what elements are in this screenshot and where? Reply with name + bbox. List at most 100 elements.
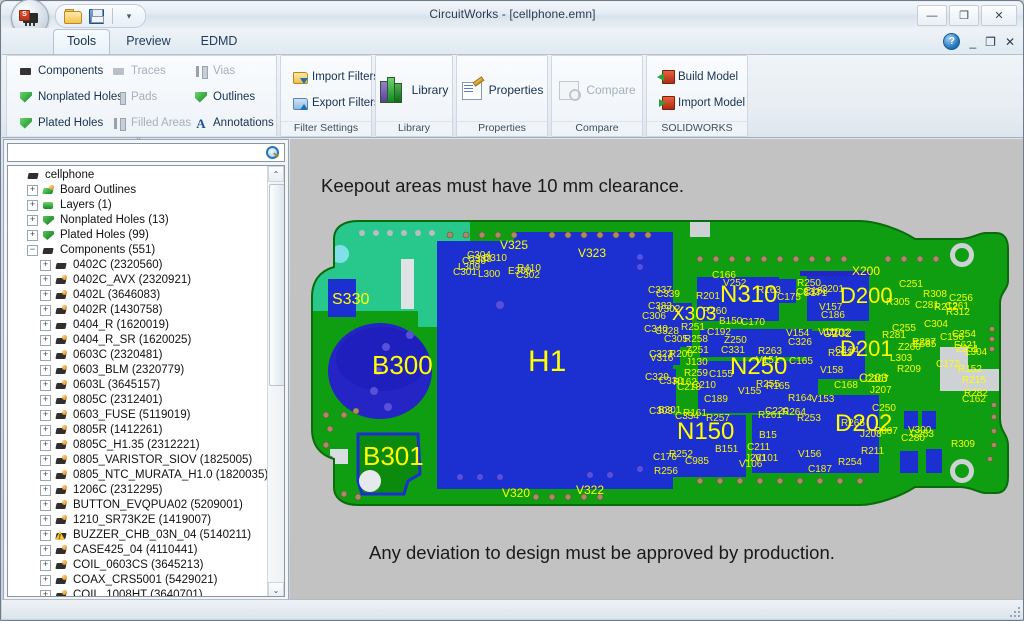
chip-icon [18,64,34,79]
tree-item-label: 0603L (3645157) [73,379,161,391]
open-button[interactable] [60,7,84,26]
tree-item[interactable]: cellphone [8,168,270,183]
tree-item[interactable]: + CASE425_04 (4110441) [8,543,270,558]
expand-toggle-icon[interactable]: + [40,530,51,541]
document-minimize-button[interactable]: _ [969,35,976,49]
expand-toggle-icon[interactable]: + [40,590,51,596]
tree-item[interactable]: +0805C (2312401) [8,393,270,408]
tree-scrollbar[interactable]: ⌃ ⌄ [267,166,284,596]
resize-grip[interactable] [1008,605,1020,617]
tab-tools[interactable]: Tools [53,29,111,54]
properties-button[interactable]: Properties [450,73,555,107]
edge-label: V323 [578,246,606,260]
expand-toggle-icon[interactable]: + [40,290,51,301]
customize-quick-access-button[interactable]: ▾ [117,7,141,26]
tree-item[interactable]: +0805_VARISTOR_SIOV (1825005) [8,453,270,468]
expand-toggle-icon[interactable]: + [40,470,51,481]
expand-toggle-icon[interactable]: + [40,485,51,496]
tree-item[interactable]: +0603L (3645157) [8,378,270,393]
tree-item[interactable]: +0603_BLM (2320779) [8,363,270,378]
tree-item[interactable]: − Components (551) [8,243,270,258]
library-button[interactable]: Library [369,70,460,110]
document-close-button[interactable]: ✕ [1005,35,1015,49]
expand-toggle-icon[interactable]: + [40,455,51,466]
pcb-viewport[interactable]: Keepout areas must have 10 mm clearance.… [290,139,1023,601]
expand-toggle-icon[interactable]: + [40,425,51,436]
tree-item[interactable]: + Layers (1) [8,198,270,213]
filter-vias-button[interactable]: Vias [188,58,279,84]
expand-toggle-icon[interactable]: + [40,350,51,361]
expand-toggle-icon[interactable]: + [40,320,51,331]
expand-toggle-icon[interactable]: + [40,545,51,556]
tree-item[interactable]: +0603C (2320481) [8,348,270,363]
expand-toggle-icon[interactable]: + [40,335,51,346]
magnifier-icon[interactable] [264,145,282,161]
tree-item[interactable]: +0404_R_SR (1620025) [8,333,270,348]
filter-traces-button[interactable]: Traces [106,58,188,84]
tree-item[interactable]: +0805C_H1.35 (2312221) [8,438,270,453]
expand-toggle-icon[interactable]: + [27,200,38,211]
expand-toggle-icon[interactable]: + [40,500,51,511]
expand-toggle-icon[interactable]: + [40,275,51,286]
tree-item[interactable]: +1206C (2312295) [8,483,270,498]
scroll-down-button[interactable]: ⌄ [268,582,284,596]
tree-item[interactable]: + COIL_1008HT (3640701) [8,588,270,596]
tree-item[interactable]: +0402C (2320560) [8,258,270,273]
expand-toggle-icon[interactable]: + [27,230,38,241]
search-input[interactable] [8,145,264,160]
filter-pads-button[interactable]: Pads [106,84,188,110]
expand-toggle-icon[interactable]: + [40,575,51,586]
expand-toggle-icon[interactable]: + [40,440,51,451]
tab-preview[interactable]: Preview [112,29,184,54]
expand-toggle-icon[interactable]: + [40,305,51,316]
expand-toggle-icon[interactable]: + [40,365,51,376]
tree-item[interactable]: +0402C_AVX (2320921) [8,273,270,288]
tree-item[interactable]: +0402L (3646083) [8,288,270,303]
expand-toggle-icon[interactable]: + [27,215,38,226]
close-button[interactable]: ✕ [981,5,1017,26]
minimize-button[interactable]: — [917,5,947,26]
tree-item[interactable]: +1210_SR73K2E (1419007) [8,513,270,528]
expand-toggle-icon[interactable]: + [40,260,51,271]
silkscreen-label: V158 [820,365,844,376]
expand-toggle-icon[interactable]: + [27,185,38,196]
build-model-button[interactable]: Build Model [653,64,750,90]
filter-nonplated-holes-button[interactable]: Nonplated Holes [13,84,123,110]
import-model-button[interactable]: Import Model [653,90,750,116]
tree-item[interactable]: + Nonplated Holes (13) [8,213,270,228]
tree-item[interactable]: + BUTTON_EVQPUA02 (5209001) [8,498,270,513]
tree-item[interactable]: +0402R (1430758) [8,303,270,318]
expand-toggle-icon[interactable]: + [40,560,51,571]
filter-outlines-button[interactable]: Outlines [188,84,279,110]
tree-item[interactable]: +0805_NTC_MURATA_H1.0 (1820035) [8,468,270,483]
tab-edmd[interactable]: EDMD [187,29,252,54]
help-icon[interactable]: ? [943,33,961,50]
filter-plated-holes-button[interactable]: Plated Holes [13,110,106,136]
scroll-up-button[interactable]: ⌃ [268,166,284,182]
filter-annotations-button[interactable]: A Annotations [188,110,279,136]
tree-item[interactable]: + Board Outlines [8,183,270,198]
scrollbar-thumb[interactable] [269,184,284,386]
pcb-board[interactable]: B300 B301 H1 N310 N250 N150 D200 D201 D202 X303 S3… [300,219,1012,509]
tree-item[interactable]: + BUZZER_CHB_03N_04 (5140211) [8,528,270,543]
filter-filled-areas-button[interactable]: Filled Areas [106,110,191,136]
tree-item[interactable]: +0404_R (1620019) [8,318,270,333]
maximize-button[interactable]: ❐ [949,5,979,26]
tree-item[interactable]: +0805R (1412261) [8,423,270,438]
toolbar-separator [112,8,113,24]
chip-dot-icon [54,560,69,571]
collapse-toggle-icon[interactable]: − [27,245,38,256]
compare-button[interactable]: Compare [547,73,646,107]
document-restore-button[interactable]: ❐ [985,35,996,49]
tree-item[interactable]: + Plated Holes (99) [8,228,270,243]
save-button[interactable] [84,7,108,26]
expand-toggle-icon[interactable]: + [40,515,51,526]
expand-toggle-icon[interactable]: + [40,395,51,406]
expand-toggle-icon[interactable]: + [40,380,51,391]
tree-item[interactable]: + COIL_0603CS (3645213) [8,558,270,573]
tree-item[interactable]: +0603_FUSE (5119019) [8,408,270,423]
tree-item[interactable]: + COAX_CRS5001 (5429021) [8,573,270,588]
expand-toggle-icon[interactable]: + [40,410,51,421]
filter-components-button[interactable]: Components [13,58,106,84]
tree-view[interactable]: cellphone + Board Outlines + Layers (1) + Nonp… [7,165,285,597]
